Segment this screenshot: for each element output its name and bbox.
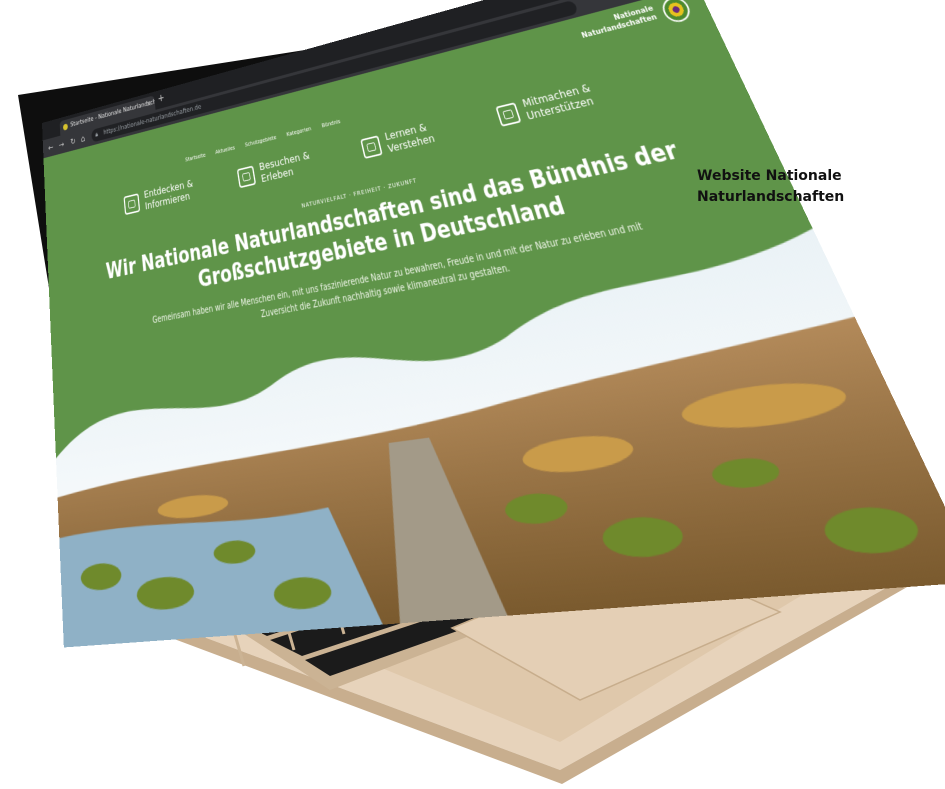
home-icon[interactable]: ⌂ [81,133,86,144]
subnav-item[interactable]: Bündnis [321,118,341,129]
back-icon[interactable]: ← [48,142,54,153]
laptop-screen: Startseite - Nationale Naturlandschaften… [0,0,945,789]
subnav-item[interactable]: Schutzgebiete [244,134,276,148]
nav-lernen[interactable]: Lernen & Verstehen [359,116,438,165]
logo-badge-icon[interactable] [658,0,694,25]
lock-icon: 🔒︎ [95,131,99,139]
subnav-item[interactable]: Aktuelles [215,145,236,156]
map-icon [236,165,257,189]
hand-icon [495,102,522,127]
new-tab-icon[interactable]: + [157,92,165,105]
reload-icon[interactable]: ↻ [70,136,76,147]
subnav-item[interactable]: Kategorien [286,126,312,138]
binoculars-icon [123,193,141,216]
favicon-icon [62,123,68,131]
website-screenshot: Startseite - Nationale Naturlandschaften… [42,0,945,648]
caption: Website Nationale Naturlandschaften [697,166,927,208]
subnav-item[interactable]: Startseite [185,152,206,163]
caption-line-2: Naturlandschaften [697,189,845,205]
nav-mitmachen[interactable]: Mitmachen & Unterstützen [493,78,599,134]
nav-entdecken[interactable]: Entdecken & Informieren [123,174,196,221]
nav-besuchen[interactable]: Besuchen & Erleben [236,146,314,195]
book-icon [360,135,383,159]
forward-icon[interactable]: → [58,139,64,150]
caption-line-1: Website Nationale [697,168,842,184]
